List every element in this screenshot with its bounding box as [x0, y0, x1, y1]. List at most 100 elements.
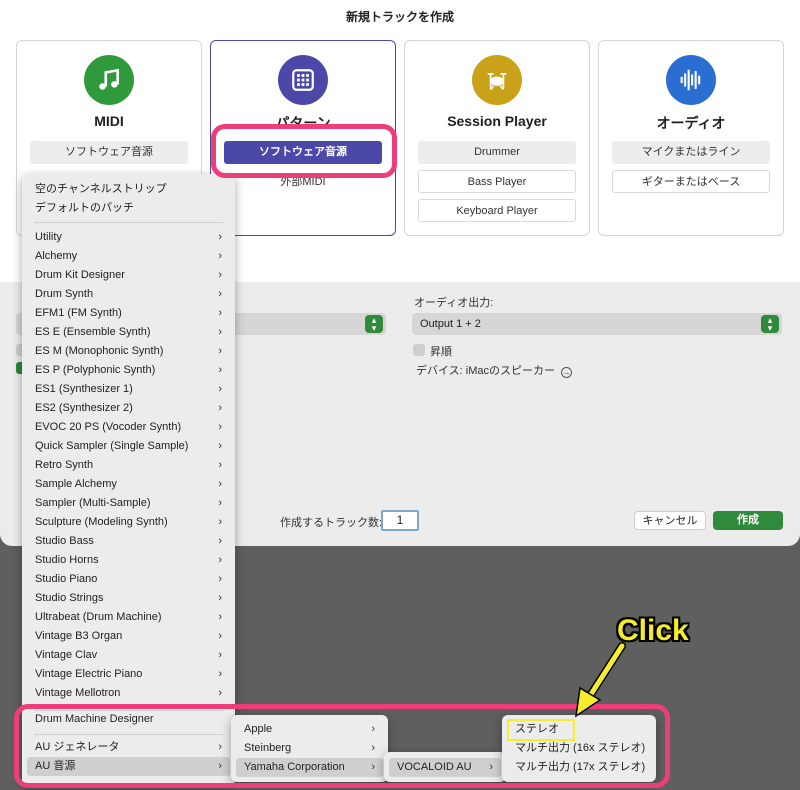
card-midi-title: MIDI	[94, 113, 124, 129]
chevron-right-icon: ›	[218, 516, 222, 528]
menu-item-instrument[interactable]: Studio Bass ›	[27, 532, 230, 551]
chevron-right-icon: ›	[218, 649, 222, 661]
chevron-right-icon: ›	[218, 440, 222, 452]
menu-item-label: Sample Alchemy	[35, 478, 117, 490]
card-audio[interactable]: オーディオ マイクまたはライン ギターまたはベース	[598, 40, 784, 236]
menu-item-label: ES E (Ensemble Synth)	[35, 326, 151, 338]
chevron-right-icon: ›	[218, 288, 222, 300]
chevron-right-icon: ›	[218, 592, 222, 604]
dialog-title: 新規トラックを作成	[345, 10, 454, 24]
menu-item-instrument[interactable]: EVOC 20 PS (Vocoder Synth) ›	[27, 418, 230, 437]
menu-item-label: Utility	[35, 231, 62, 243]
chevron-right-icon: ›	[218, 554, 222, 566]
chevron-right-icon: ›	[218, 535, 222, 547]
menu-item-instrument[interactable]: EFM1 (FM Synth) ›	[27, 304, 230, 323]
menu-item-instrument[interactable]: Vintage Clav ›	[27, 646, 230, 665]
menu-item-instrument[interactable]: Sampler (Multi-Sample) ›	[27, 494, 230, 513]
card-session-player[interactable]: Session Player Drummer Bass Player Keybo…	[404, 40, 590, 236]
menu-item-label: Vintage Clav	[35, 649, 98, 661]
bass-player-button[interactable]: Bass Player	[418, 170, 576, 193]
arrow-circle-right-icon[interactable]: →	[561, 367, 573, 378]
chevron-right-icon: ›	[218, 402, 222, 414]
menu-item-instrument[interactable]: Studio Piano ›	[27, 570, 230, 589]
menu-item-label: ES1 (Synthesizer 1)	[35, 383, 133, 395]
device-label: デバイス: iMacのスピーカー	[416, 365, 556, 377]
menu-item-instrument[interactable]: Quick Sampler (Single Sample) ›	[27, 437, 230, 456]
chevron-right-icon: ›	[218, 497, 222, 509]
menu-item-label: Studio Piano	[35, 573, 98, 585]
waveform-icon	[666, 55, 716, 105]
menu-item-instrument[interactable]: Utility ›	[27, 228, 230, 247]
menu-item-default-patch[interactable]: デフォルトのパッチ	[27, 199, 230, 218]
menu-separator	[34, 222, 223, 223]
menu-item-instrument[interactable]: Sculpture (Modeling Synth) ›	[27, 513, 230, 532]
menu-item-label: Quick Sampler (Single Sample)	[35, 440, 189, 452]
menu-item-instrument[interactable]: ES1 (Synthesizer 1) ›	[27, 380, 230, 399]
chevron-right-icon: ›	[218, 573, 222, 585]
card-session-title: Session Player	[447, 113, 547, 129]
grid-pads-icon	[278, 55, 328, 105]
chevron-right-icon: ›	[218, 611, 222, 623]
keyboard-player-button[interactable]: Keyboard Player	[418, 199, 576, 222]
audio-output-value: Output 1 + 2	[420, 318, 481, 330]
menu-item-label: ES2 (Synthesizer 2)	[35, 402, 133, 414]
menu-item-instrument[interactable]: Sample Alchemy ›	[27, 475, 230, 494]
chevron-right-icon: ›	[218, 326, 222, 338]
menu-item-instrument[interactable]: Drum Kit Designer ›	[27, 266, 230, 285]
audio-output-label: オーディオ出力:	[414, 297, 494, 309]
menu-item-label: Sculpture (Modeling Synth)	[35, 516, 168, 528]
drum-kit-icon	[472, 55, 522, 105]
mic-or-line-button[interactable]: マイクまたはライン	[612, 141, 770, 164]
menu-item-instrument[interactable]: Vintage Mellotron ›	[27, 684, 230, 703]
menu-item-instrument[interactable]: ES M (Monophonic Synth) ›	[27, 342, 230, 361]
menu-item-label: Drum Synth	[35, 288, 94, 300]
chevron-right-icon: ›	[218, 250, 222, 262]
card-audio-title: オーディオ	[656, 115, 726, 131]
chevron-right-icon: ›	[218, 630, 222, 642]
menu-item-instrument[interactable]: Studio Horns ›	[27, 551, 230, 570]
midi-software-instrument-button[interactable]: ソフトウェア音源	[30, 141, 188, 164]
menu-item-label: Drum Kit Designer	[35, 269, 125, 281]
chevron-right-icon: ›	[218, 668, 222, 680]
menu-item-empty-channel-strip[interactable]: 空のチャンネルストリップ	[27, 180, 230, 199]
audio-output-popup[interactable]: Output 1 + 2 ▴ ▾	[412, 313, 782, 335]
menu-item-instrument[interactable]: Drum Synth ›	[27, 285, 230, 304]
chevron-right-icon: ›	[218, 687, 222, 699]
create-button[interactable]: 作成	[713, 511, 783, 530]
stepper-icon: ▴ ▾	[365, 315, 383, 333]
guitar-or-bass-button[interactable]: ギターまたはベース	[612, 170, 770, 193]
menu-item-instrument[interactable]: Vintage Electric Piano ›	[27, 665, 230, 684]
menu-item-instrument[interactable]: ES E (Ensemble Synth) ›	[27, 323, 230, 342]
menu-item-label: Vintage Electric Piano	[35, 668, 143, 680]
menu-item-instrument[interactable]: ES P (Polyphonic Synth) ›	[27, 361, 230, 380]
menu-item-instrument[interactable]: Ultrabeat (Drum Machine) ›	[27, 608, 230, 627]
instrument-menu: 空のチャンネルストリップ デフォルトのパッチ Utility › Alchemy › D…	[22, 174, 235, 786]
menu-item-label: Ultrabeat (Drum Machine)	[35, 611, 162, 623]
chevron-right-icon: ›	[218, 478, 222, 490]
chevron-right-icon: ›	[218, 307, 222, 319]
menu-item-instrument[interactable]: Vintage B3 Organ ›	[27, 627, 230, 646]
ascending-checkbox[interactable]	[413, 344, 425, 356]
menu-item-instrument[interactable]: Alchemy ›	[27, 247, 230, 266]
cancel-button[interactable]: キャンセル	[634, 511, 706, 530]
chevron-right-icon: ›	[218, 364, 222, 376]
chevron-right-icon: ›	[218, 421, 222, 433]
menu-item-label: ES M (Monophonic Synth)	[35, 345, 164, 357]
menu-item-instrument[interactable]: Retro Synth ›	[27, 456, 230, 475]
drummer-button[interactable]: Drummer	[418, 141, 576, 164]
chevron-right-icon: ›	[218, 231, 222, 243]
menu-item-label: Vintage B3 Organ	[35, 630, 123, 642]
stepper-icon: ▴ ▾	[761, 315, 779, 333]
music-note-icon	[84, 55, 134, 105]
menu-item-label: Studio Bass	[35, 535, 94, 547]
menu-item-instrument[interactable]: ES2 (Synthesizer 2) ›	[27, 399, 230, 418]
chevron-right-icon: ›	[218, 269, 222, 281]
menu-item-instrument[interactable]: Studio Strings ›	[27, 589, 230, 608]
menu-item-label: Alchemy	[35, 250, 78, 262]
menu-item-label: Studio Horns	[35, 554, 99, 566]
chevron-right-icon: ›	[218, 459, 222, 471]
chevron-right-icon: ›	[218, 345, 222, 357]
annotation-highlight-stereo	[507, 719, 575, 741]
track-count-input[interactable]: 1	[381, 510, 419, 531]
menu-item-label: EVOC 20 PS (Vocoder Synth)	[35, 421, 182, 433]
